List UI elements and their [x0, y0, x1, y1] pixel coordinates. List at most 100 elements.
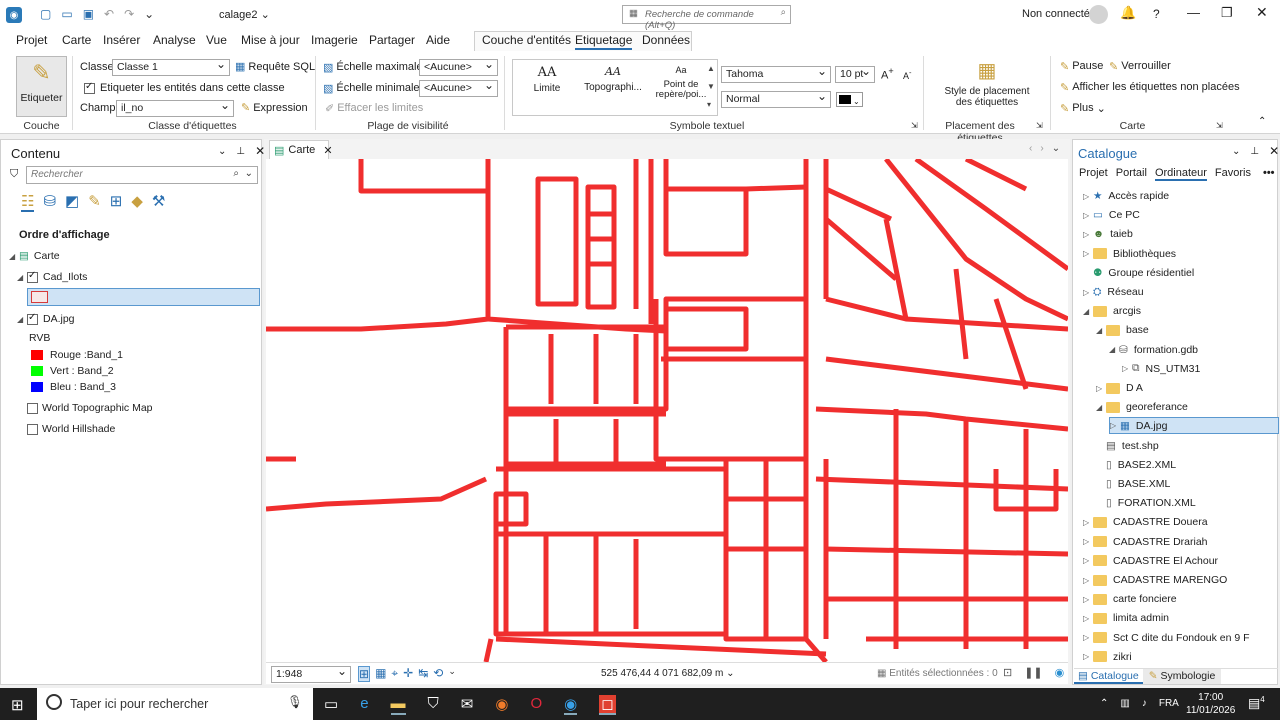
placement-dialog-launcher-icon[interactable]: ⇲ [1036, 121, 1043, 130]
close-pane-icon[interactable]: ✕ [1269, 144, 1279, 158]
catalog-item[interactable]: ◢ arcgis [1083, 302, 1141, 320]
tab-etiquetage[interactable]: Etiquetage [575, 33, 633, 50]
increase-font-icon[interactable]: A+ [881, 66, 894, 82]
tab-partager[interactable]: Partager [369, 33, 415, 47]
echelle-max-select[interactable]: <Aucune> [419, 59, 498, 76]
project-name[interactable]: calage2 ⌄ [219, 8, 270, 21]
unplaced-labels-button[interactable]: ✎ Afficher les étiquettes non placées [1060, 81, 1240, 94]
expand-icon[interactable]: ▷ [1083, 518, 1093, 527]
open-project-icon[interactable]: ▭ [61, 7, 72, 21]
carte-dialog-launcher-icon[interactable]: ⇲ [1216, 121, 1223, 130]
close-tab-icon[interactable]: ✕ [323, 144, 332, 157]
contents-search-input[interactable]: Rechercher ⌕ ⌄ [26, 166, 258, 184]
bottom-tab-symbologie[interactable]: ✎ Symbologie [1142, 669, 1222, 684]
verrouiller-button[interactable]: ✎ Verrouiller [1109, 60, 1171, 73]
expand-icon[interactable]: ▷ [1083, 556, 1093, 565]
redo-icon[interactable]: ↷ [124, 7, 134, 21]
pane-menu-icon[interactable]: ⌄ [218, 146, 226, 158]
expand-icon[interactable]: ◢ [1096, 326, 1106, 335]
expand-icon[interactable]: ◢ [1109, 345, 1119, 354]
maximize-icon[interactable]: ❐ [1221, 5, 1233, 21]
volume-icon[interactable]: ♪ [1142, 698, 1147, 709]
catalog-item[interactable]: ▷ CADASTRE MARENGO [1083, 571, 1227, 589]
help-button[interactable]: ? [1153, 7, 1160, 21]
catalog-tab-favoris[interactable]: Favoris [1215, 167, 1251, 181]
expand-icon[interactable]: ◢ [1096, 403, 1106, 412]
filter-icon[interactable]: ⛉ [10, 168, 18, 181]
placement-style-button[interactable]: ▦ Style de placement des étiquettes [941, 58, 1033, 108]
catalog-item[interactable]: ▷ ▭ Ce PC [1083, 206, 1140, 224]
font-color-picker[interactable]: ⌄ [836, 92, 863, 107]
gallery-item-limite[interactable]: AA Limite [519, 65, 575, 94]
tab-analyse[interactable]: Analyse [153, 33, 196, 47]
champ-select[interactable]: il_no [116, 100, 234, 117]
rotate-icon[interactable]: ⟲ [433, 666, 443, 682]
plus-button[interactable]: ✎ Plus ⌄ [1060, 102, 1106, 115]
list-by-snapping-icon[interactable]: ⊞ [110, 192, 123, 212]
gallery-item-point-repere[interactable]: Aa Point de repère/poi... [647, 65, 715, 100]
expand-icon[interactable]: ▷ [1083, 652, 1093, 661]
catalog-item[interactable]: ▷ Sct C dite du Fondouk en 9 F [1083, 629, 1250, 647]
next-tab-icon[interactable]: › [1040, 143, 1043, 154]
catalog-tab-ordinateur[interactable]: Ordinateur [1154, 167, 1207, 181]
mail-icon[interactable]: ✉ [461, 695, 474, 715]
catalog-item[interactable]: ▷ Bibliothèques [1083, 245, 1176, 263]
catalog-tab-projet[interactable]: Projet [1079, 167, 1108, 181]
expand-icon[interactable]: ▷ [1083, 249, 1093, 258]
tab-vue[interactable]: Vue [206, 33, 227, 47]
layer-cad-ilots[interactable]: ◢Cad_Ilots [17, 268, 87, 286]
tab-imagerie[interactable]: Imagerie [311, 33, 358, 47]
tab-aide[interactable]: Aide [426, 33, 450, 47]
expand-icon[interactable]: ▷ [1083, 595, 1093, 604]
tab-list-icon[interactable]: ⌄ [1052, 143, 1060, 154]
catalog-item[interactable]: ▷ D A [1096, 379, 1143, 397]
catalog-item[interactable]: ◢ georeferance [1096, 398, 1188, 416]
catalog-item[interactable]: ▷ CADASTRE Drariah [1083, 533, 1208, 551]
expand-icon[interactable]: ▷ [1110, 421, 1120, 430]
new-project-icon[interactable]: ▢ [40, 7, 51, 21]
catalog-item[interactable]: ▷ ⛭ Réseau [1083, 283, 1144, 301]
classe-select[interactable]: Classe 1 [112, 59, 230, 76]
grid-icon[interactable]: ▦ [375, 666, 386, 682]
pin-icon[interactable]: ⊥ [236, 146, 245, 158]
catalog-item[interactable]: ▷ ⧉ NS_UTM31 [1122, 360, 1200, 378]
expand-icon[interactable]: ▷ [1083, 537, 1093, 546]
font-size-select[interactable]: 10 pt [835, 66, 875, 83]
arcgis-pro-taskbar-icon[interactable]: ◉ [564, 695, 578, 715]
catalog-item[interactable]: ▷ CADASTRE Douera [1083, 513, 1208, 531]
expand-icon[interactable]: ▷ [1083, 192, 1093, 201]
list-by-labeling-icon[interactable]: ◆ [131, 192, 143, 212]
close-icon[interactable]: ✕ [1256, 4, 1268, 21]
taskbar-search-input[interactable]: Taper ici pour rechercher 🎙 [37, 688, 313, 720]
store-icon[interactable]: ⛉ [428, 695, 439, 715]
tray-chevron-icon[interactable]: ⌃ [1100, 698, 1108, 709]
pause-drawing-icon[interactable]: ❚❚ [1024, 666, 1042, 679]
layer-visibility-checkbox[interactable] [27, 423, 38, 435]
list-by-source-icon[interactable]: ⛁ [43, 192, 56, 212]
echelle-min-select[interactable]: <Aucune> [419, 80, 498, 97]
tab-couche-entites[interactable]: Couche d'entités [482, 33, 571, 47]
effacer-limites-button[interactable]: ✐ Effacer les limites [325, 102, 423, 115]
tab-mise-a-jour[interactable]: Mise à jour [241, 33, 300, 47]
catalog-item[interactable]: ⚉ Groupe résidentiel [1083, 264, 1194, 282]
firefox-icon[interactable]: ◉ [495, 695, 508, 715]
font-style-select[interactable]: Normal [721, 91, 831, 108]
expand-icon[interactable]: ▷ [1122, 364, 1132, 373]
save-icon[interactable]: ▣ [83, 7, 94, 21]
layer-visibility-checkbox[interactable] [27, 402, 38, 414]
expand-icon[interactable]: ▷ [1083, 576, 1093, 585]
catalog-item[interactable]: ◢ ⛁ formation.gdb [1109, 341, 1198, 359]
catalog-item[interactable]: ▯ FORATION.XML [1096, 494, 1196, 512]
pane-menu-icon[interactable]: ⌄ [1232, 146, 1240, 158]
correction-icon[interactable]: ✛ [403, 666, 413, 682]
tab-projet[interactable]: Projet [16, 33, 47, 47]
catalog-item[interactable]: ▷ zikri [1083, 648, 1132, 666]
map-canvas[interactable] [266, 159, 1068, 662]
symbole-dialog-launcher-icon[interactable]: ⇲ [911, 121, 918, 130]
expand-icon[interactable]: ▷ [1083, 211, 1093, 220]
decrease-font-icon[interactable]: A- [903, 68, 912, 81]
network-icon[interactable]: ▥ [1120, 698, 1129, 709]
coordinates-readout[interactable]: 525 476,44 4 071 682,09 m ⌄ [601, 668, 735, 679]
collapse-ribbon-icon[interactable]: ⌃ [1258, 116, 1266, 127]
tab-inserer[interactable]: Insérer [103, 33, 140, 47]
